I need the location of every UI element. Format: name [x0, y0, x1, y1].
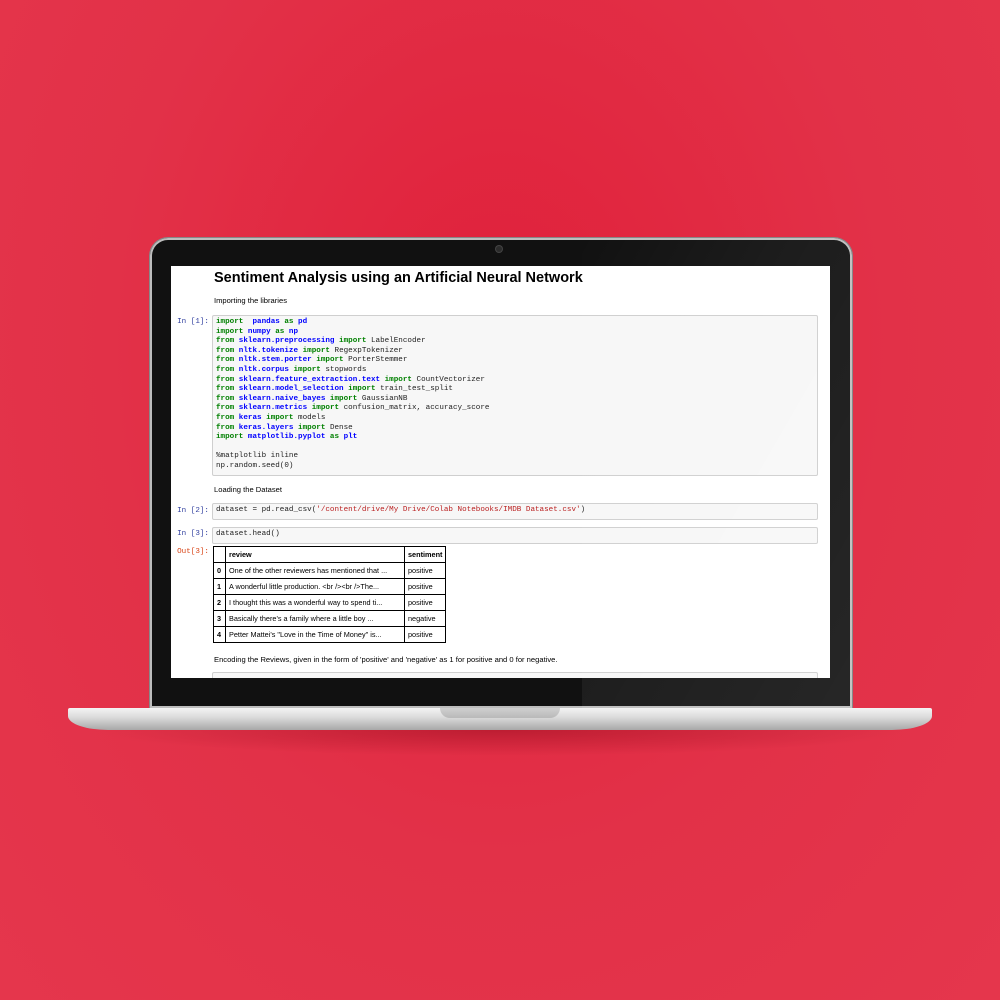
sentiment-cell: positive — [403, 562, 447, 579]
code-line: import numpy as np — [216, 327, 299, 336]
code-line: %matplotlib inline — [216, 452, 299, 461]
notebook-title: Sentiment Analysis using an Artificial N… — [214, 270, 583, 286]
laptop-lid: Sentiment Analysis using an Artificial N… — [150, 238, 852, 708]
code-line: import matplotlib.pyplot as plt — [216, 433, 358, 442]
dataframe-output: review sentiment 0 One of the other revi… — [213, 546, 447, 643]
code-line: from sklearn.feature_extraction.text imp… — [216, 375, 485, 384]
code-cell-4[interactable] — [212, 672, 818, 678]
table-row: 1 A wonderful little production. <br /><… — [213, 578, 447, 595]
code-line: from sklearn.model_selection import trai… — [216, 385, 453, 394]
review-cell: Basically there's a family where a littl… — [225, 610, 405, 627]
out3-prompt: Out[3]: — [177, 548, 209, 556]
code-line: from sklearn.naive_bayes import Gaussian… — [216, 394, 408, 403]
table-header-index — [213, 546, 226, 563]
review-cell: One of the other reviewers has mentioned… — [225, 562, 405, 579]
code-line: import pandas as pd — [216, 318, 308, 326]
table-header-row: review sentiment — [213, 546, 447, 563]
review-cell: I thought this was a wonderful way to sp… — [225, 594, 405, 611]
code-cell-1[interactable]: import pandas as pd import numpy as np fro… — [212, 315, 818, 476]
markdown-encoding: Encoding the Reviews, given in the form … — [214, 655, 558, 664]
code-line: from keras import models — [216, 413, 326, 422]
table-row: 0 One of the other reviewers has mention… — [213, 562, 447, 579]
camera-icon — [496, 246, 502, 252]
code-line: dataset = pd.read_csv('/content/drive/My… — [216, 506, 586, 514]
code-line: dataset.head() — [216, 530, 280, 538]
code-line: from nltk.stem.porter import PorterStemm… — [216, 356, 408, 365]
table-row: 3 Basically there's a family where a lit… — [213, 610, 447, 627]
code-line: from nltk.tokenize import RegexpTokenize… — [216, 346, 403, 355]
cell2-prompt: In [2]: — [177, 507, 209, 515]
row-index: 0 — [213, 562, 226, 579]
code-cell-3[interactable]: dataset.head() — [212, 527, 818, 544]
code-line: from sklearn.preprocessing import LabelE… — [216, 337, 426, 346]
review-cell: A wonderful little production. <br /><br… — [225, 578, 405, 595]
row-index: 2 — [213, 594, 226, 611]
code-line: from keras.layers import Dense — [216, 423, 353, 432]
laptop-notch — [440, 708, 560, 718]
markdown-importing: Importing the libraries — [214, 296, 288, 305]
sentiment-cell: negative — [403, 610, 447, 627]
cell1-prompt: In [1]: — [177, 318, 209, 326]
cell3-prompt: In [3]: — [177, 530, 209, 538]
code-cell-2[interactable]: dataset = pd.read_csv('/content/drive/My… — [212, 503, 818, 520]
row-index: 4 — [213, 626, 226, 643]
row-index: 3 — [213, 610, 226, 627]
code-line: from nltk.corpus import stopwords — [216, 365, 367, 374]
review-cell: Petter Mattei's "Love in the Time of Mon… — [225, 626, 405, 643]
code-line: np.random.seed(0) — [216, 461, 294, 470]
row-index: 1 — [213, 578, 226, 595]
table-row: 2 I thought this was a wonderful way to … — [213, 594, 447, 611]
code-line: from sklearn.metrics import confusion_ma… — [216, 404, 490, 413]
laptop-base — [68, 708, 932, 730]
sentiment-cell: positive — [403, 594, 447, 611]
notebook-screen: Sentiment Analysis using an Artificial N… — [171, 266, 830, 678]
sentiment-cell: positive — [403, 626, 447, 643]
table-row: 4 Petter Mattei's "Love in the Time of M… — [213, 626, 447, 643]
table-header-sentiment: sentiment — [403, 546, 447, 563]
laptop-shadow — [90, 730, 910, 756]
table-header-review: review — [225, 546, 405, 563]
sentiment-cell: positive — [403, 578, 447, 595]
markdown-loading: Loading the Dataset — [214, 485, 282, 494]
